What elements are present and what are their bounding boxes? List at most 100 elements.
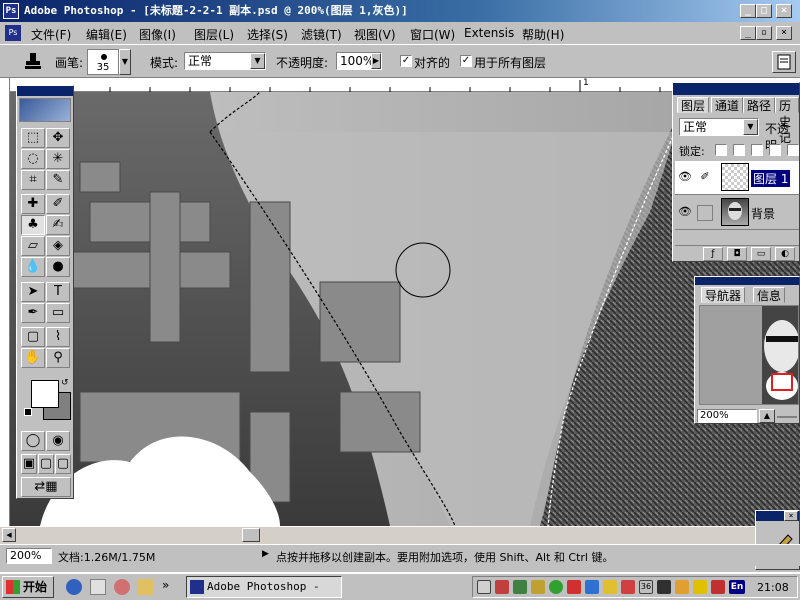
- standard-mode-icon[interactable]: ◯: [21, 431, 45, 451]
- slice-tool-icon[interactable]: ✎: [46, 170, 70, 190]
- all-layers-checkbox[interactable]: ✓: [460, 55, 472, 67]
- clone-stamp-tool-icon[interactable]: ♣: [21, 215, 45, 235]
- menu-extensis[interactable]: Extensis: [464, 26, 514, 40]
- tray-network-icon[interactable]: [513, 580, 527, 594]
- zoom-slider[interactable]: [777, 416, 797, 418]
- scroll-thumb[interactable]: [242, 528, 260, 542]
- tab-info[interactable]: 信息: [753, 287, 786, 303]
- quick-mask-mode-icon[interactable]: ◉: [46, 431, 70, 451]
- media-icon[interactable]: [138, 579, 154, 595]
- menu-window[interactable]: 窗口(W): [410, 26, 455, 43]
- tray-ball-icon[interactable]: [549, 580, 563, 594]
- palette-well-button[interactable]: [772, 51, 796, 73]
- tray-doc-icon[interactable]: [477, 580, 491, 594]
- shape-tool-icon[interactable]: ▭: [46, 303, 70, 323]
- navigator-title-bar[interactable]: [695, 277, 799, 285]
- hand-tool-icon[interactable]: ✋: [21, 348, 45, 368]
- layer-name[interactable]: 图层 1: [751, 170, 791, 187]
- jump-to-imageready-icon[interactable]: ⇄▦: [21, 477, 71, 497]
- brush-link-icon[interactable]: ✐: [697, 170, 713, 186]
- link-slot[interactable]: [697, 205, 713, 221]
- navigator-preview[interactable]: [699, 305, 800, 405]
- start-button[interactable]: 开始: [2, 576, 54, 598]
- layer-style-icon[interactable]: ƒ: [703, 247, 723, 261]
- menu-image[interactable]: 图像(I): [139, 26, 176, 43]
- move-tool-icon[interactable]: ✥: [46, 128, 70, 148]
- zoom-tool-icon[interactable]: ⚲: [46, 348, 70, 368]
- ie-icon[interactable]: [66, 579, 82, 595]
- layer-row[interactable]: 👁 背景: [675, 196, 799, 230]
- tray-count-icon[interactable]: 36: [639, 580, 653, 594]
- eye-icon[interactable]: 👁: [677, 205, 693, 221]
- maximize-button[interactable]: □: [756, 4, 772, 18]
- eye-icon[interactable]: 👁: [677, 170, 693, 186]
- menu-view[interactable]: 视图(V): [354, 26, 396, 43]
- document-icon[interactable]: Ps: [5, 25, 21, 41]
- dodge-tool-icon[interactable]: ●: [46, 257, 70, 277]
- tray-alert-icon[interactable]: [711, 580, 725, 594]
- layer-name[interactable]: 背景: [751, 205, 775, 222]
- foreground-color-swatch[interactable]: [31, 380, 59, 408]
- type-tool-icon[interactable]: T: [46, 282, 70, 302]
- lock-extra-checkbox[interactable]: [787, 144, 799, 156]
- screen-mode-standard-icon[interactable]: ▣: [21, 454, 37, 474]
- swap-colors-icon[interactable]: ↺: [61, 378, 69, 388]
- close-button[interactable]: ×: [776, 4, 792, 18]
- path-selection-tool-icon[interactable]: ➤: [21, 282, 45, 302]
- brush-tool-icon[interactable]: ✐: [46, 194, 70, 214]
- eraser-tool-icon[interactable]: ▱: [21, 236, 45, 256]
- menu-help[interactable]: 帮助(H): [522, 26, 564, 43]
- crop-tool-icon[interactable]: ⌗: [21, 170, 45, 190]
- tab-navigator[interactable]: 导航器: [701, 287, 746, 303]
- doc-close-button[interactable]: ×: [776, 26, 792, 40]
- layers-panel-title-bar[interactable]: [673, 83, 799, 95]
- paint-bucket-tool-icon[interactable]: ◈: [46, 236, 70, 256]
- zoom-out-icon[interactable]: ▲: [759, 409, 775, 423]
- vertical-ruler[interactable]: [0, 78, 10, 526]
- notes-tool-icon[interactable]: ▢: [21, 327, 45, 347]
- tray-shield-icon[interactable]: [621, 580, 635, 594]
- status-arrow-icon[interactable]: ▶: [262, 549, 269, 559]
- tray-traffic-icon[interactable]: [675, 580, 689, 594]
- aligned-checkbox[interactable]: ✓: [400, 55, 412, 67]
- horizontal-scrollbar[interactable]: ◀: [0, 526, 800, 544]
- tab-history[interactable]: 历史记: [775, 97, 799, 145]
- tray-warning-icon[interactable]: [693, 580, 707, 594]
- magic-wand-tool-icon[interactable]: ✳: [46, 149, 70, 169]
- brush-dropdown-button[interactable]: ▼: [119, 49, 131, 75]
- opacity-input[interactable]: 100% ▶: [336, 52, 382, 70]
- tray-tool-icon[interactable]: [495, 580, 509, 594]
- screen-mode-full-icon[interactable]: ▢: [55, 454, 71, 474]
- new-set-icon[interactable]: ▭: [751, 247, 771, 261]
- scroll-left-button[interactable]: ◀: [2, 528, 16, 542]
- menu-select[interactable]: 选择(S): [247, 26, 288, 43]
- photoshop-icon[interactable]: Ps: [3, 3, 19, 19]
- menu-layer[interactable]: 图层(L): [194, 26, 234, 43]
- navigator-zoom-input[interactable]: 200%: [697, 409, 757, 423]
- doc-minimize-button[interactable]: _: [740, 26, 756, 40]
- marquee-tool-icon[interactable]: ⬚: [21, 128, 45, 148]
- tray-blue-icon[interactable]: [585, 580, 599, 594]
- blur-tool-icon[interactable]: 💧: [21, 257, 45, 277]
- lock-all-checkbox[interactable]: [769, 144, 781, 156]
- quicklaunch-chevron[interactable]: »: [162, 578, 169, 592]
- tab-channels[interactable]: 通道: [711, 97, 744, 113]
- healing-brush-tool-icon[interactable]: ✚: [21, 194, 45, 214]
- lasso-tool-icon[interactable]: ◌: [21, 149, 45, 169]
- user-icon[interactable]: [114, 579, 130, 595]
- clock[interactable]: 21:08: [757, 581, 789, 594]
- tray-red-icon[interactable]: [567, 580, 581, 594]
- lock-transparency-checkbox[interactable]: [715, 144, 727, 156]
- layer-row[interactable]: 👁 ✐ 图层 1: [675, 161, 799, 195]
- tab-paths[interactable]: 路径: [743, 97, 776, 113]
- toolbox-title-bar[interactable]: [17, 86, 73, 96]
- taskbar-photoshop-button[interactable]: Adobe Photoshop - [...: [186, 576, 342, 598]
- default-colors-icon[interactable]: [24, 408, 32, 416]
- lock-image-checkbox[interactable]: [733, 144, 745, 156]
- tray-chain-icon[interactable]: [531, 580, 545, 594]
- history-brush-tool-icon[interactable]: ✍: [46, 215, 70, 235]
- desktop-icon[interactable]: [90, 579, 106, 595]
- menu-filter[interactable]: 滤镜(T): [301, 26, 342, 43]
- screen-mode-full-menu-icon[interactable]: ▢: [38, 454, 54, 474]
- tray-yellow-icon[interactable]: [603, 580, 617, 594]
